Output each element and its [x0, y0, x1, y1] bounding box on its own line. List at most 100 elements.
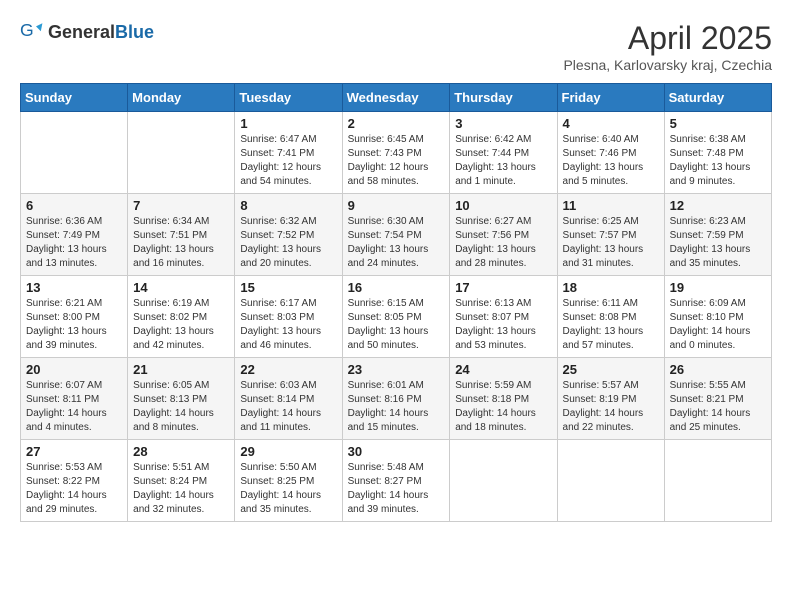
day-info: Sunrise: 5:53 AM Sunset: 8:22 PM Dayligh…	[26, 461, 122, 517]
weekday-sunday: Sunday	[21, 84, 128, 112]
day-cell: 20 Sunrise: 6:07 AM Sunset: 8:11 PM Dayli…	[21, 358, 128, 440]
day-number: 16	[348, 280, 445, 295]
location-subtitle: Plesna, Karlovarsky kraj, Czechia	[563, 57, 772, 73]
day-number: 30	[348, 444, 445, 459]
day-number: 24	[455, 362, 551, 377]
day-number: 20	[26, 362, 122, 377]
day-info: Sunrise: 6:17 AM Sunset: 8:03 PM Dayligh…	[240, 297, 336, 353]
day-cell: 13Sunrise: 6:21 AM Sunset: 8:00 PM Dayli…	[21, 276, 128, 358]
day-cell: 23 Sunrise: 6:01 AM Sunset: 8:16 PM Dayli…	[342, 358, 450, 440]
weekday-header-row: SundayMondayTuesdayWednesdayThursdayFrid…	[21, 84, 772, 112]
day-cell: 28 Sunrise: 5:51 AM Sunset: 8:24 PM Dayli…	[128, 440, 235, 522]
day-info: Sunrise: 6:36 AM Sunset: 7:49 PM Dayligh…	[26, 215, 122, 271]
day-number: 11	[563, 198, 659, 213]
logo-general: General	[48, 22, 115, 42]
day-cell	[664, 440, 771, 522]
day-info: Sunrise: 6:30 AM Sunset: 7:54 PM Dayligh…	[348, 215, 445, 271]
day-number: 14	[133, 280, 229, 295]
day-number: 5	[670, 116, 766, 131]
day-info: Sunrise: 6:09 AM Sunset: 8:10 PM Dayligh…	[670, 297, 766, 353]
day-number: 1	[240, 116, 336, 131]
day-cell: 19 Sunrise: 6:09 AM Sunset: 8:10 PM Dayli…	[664, 276, 771, 358]
month-title: April 2025	[563, 20, 772, 57]
day-info: Sunrise: 6:05 AM Sunset: 8:13 PM Dayligh…	[133, 379, 229, 435]
logo-blue: Blue	[115, 22, 154, 42]
day-number: 21	[133, 362, 229, 377]
day-cell: 25 Sunrise: 5:57 AM Sunset: 8:19 PM Dayli…	[557, 358, 664, 440]
weekday-wednesday: Wednesday	[342, 84, 450, 112]
day-info: Sunrise: 6:45 AM Sunset: 7:43 PM Dayligh…	[348, 133, 445, 189]
day-cell: 17 Sunrise: 6:13 AM Sunset: 8:07 PM Dayli…	[450, 276, 557, 358]
day-info: Sunrise: 5:55 AM Sunset: 8:21 PM Dayligh…	[670, 379, 766, 435]
day-cell: 15 Sunrise: 6:17 AM Sunset: 8:03 PM Dayli…	[235, 276, 342, 358]
weekday-friday: Friday	[557, 84, 664, 112]
day-info: Sunrise: 6:32 AM Sunset: 7:52 PM Dayligh…	[240, 215, 336, 271]
day-number: 18	[563, 280, 659, 295]
title-block: April 2025 Plesna, Karlovarsky kraj, Cze…	[563, 20, 772, 73]
day-number: 6	[26, 198, 122, 213]
day-cell	[557, 440, 664, 522]
day-number: 25	[563, 362, 659, 377]
week-row-3: 13Sunrise: 6:21 AM Sunset: 8:00 PM Dayli…	[21, 276, 772, 358]
day-cell: 5 Sunrise: 6:38 AM Sunset: 7:48 PM Daylig…	[664, 112, 771, 194]
day-info: Sunrise: 6:01 AM Sunset: 8:16 PM Dayligh…	[348, 379, 445, 435]
logo: G GeneralBlue	[20, 20, 154, 44]
day-info: Sunrise: 6:19 AM Sunset: 8:02 PM Dayligh…	[133, 297, 229, 353]
day-cell: 6 Sunrise: 6:36 AM Sunset: 7:49 PM Daylig…	[21, 194, 128, 276]
day-number: 27	[26, 444, 122, 459]
page-header: G GeneralBlue April 2025 Plesna, Karlova…	[20, 20, 772, 73]
day-number: 22	[240, 362, 336, 377]
day-number: 19	[670, 280, 766, 295]
week-row-2: 6 Sunrise: 6:36 AM Sunset: 7:49 PM Daylig…	[21, 194, 772, 276]
day-info: Sunrise: 6:42 AM Sunset: 7:44 PM Dayligh…	[455, 133, 551, 189]
weekday-tuesday: Tuesday	[235, 84, 342, 112]
day-cell: 26 Sunrise: 5:55 AM Sunset: 8:21 PM Dayli…	[664, 358, 771, 440]
week-row-5: 27 Sunrise: 5:53 AM Sunset: 8:22 PM Dayli…	[21, 440, 772, 522]
day-cell: 21 Sunrise: 6:05 AM Sunset: 8:13 PM Dayli…	[128, 358, 235, 440]
day-info: Sunrise: 6:07 AM Sunset: 8:11 PM Dayligh…	[26, 379, 122, 435]
day-info: Sunrise: 5:51 AM Sunset: 8:24 PM Dayligh…	[133, 461, 229, 517]
weekday-monday: Monday	[128, 84, 235, 112]
day-info: Sunrise: 5:57 AM Sunset: 8:19 PM Dayligh…	[563, 379, 659, 435]
day-cell: 24 Sunrise: 5:59 AM Sunset: 8:18 PM Dayli…	[450, 358, 557, 440]
day-cell: 8 Sunrise: 6:32 AM Sunset: 7:52 PM Daylig…	[235, 194, 342, 276]
day-cell: 11 Sunrise: 6:25 AM Sunset: 7:57 PM Dayli…	[557, 194, 664, 276]
day-cell: 4Sunrise: 6:40 AM Sunset: 7:46 PM Daylig…	[557, 112, 664, 194]
day-cell: 2Sunrise: 6:45 AM Sunset: 7:43 PM Daylig…	[342, 112, 450, 194]
day-info: Sunrise: 6:13 AM Sunset: 8:07 PM Dayligh…	[455, 297, 551, 353]
day-number: 28	[133, 444, 229, 459]
day-number: 3	[455, 116, 551, 131]
week-row-4: 20 Sunrise: 6:07 AM Sunset: 8:11 PM Dayli…	[21, 358, 772, 440]
day-info: Sunrise: 5:59 AM Sunset: 8:18 PM Dayligh…	[455, 379, 551, 435]
day-cell: 22Sunrise: 6:03 AM Sunset: 8:14 PM Dayli…	[235, 358, 342, 440]
day-cell: 3 Sunrise: 6:42 AM Sunset: 7:44 PM Daylig…	[450, 112, 557, 194]
calendar-table: SundayMondayTuesdayWednesdayThursdayFrid…	[20, 83, 772, 522]
weekday-saturday: Saturday	[664, 84, 771, 112]
day-info: Sunrise: 6:15 AM Sunset: 8:05 PM Dayligh…	[348, 297, 445, 353]
day-cell: 7Sunrise: 6:34 AM Sunset: 7:51 PM Daylig…	[128, 194, 235, 276]
day-number: 17	[455, 280, 551, 295]
day-cell: 12 Sunrise: 6:23 AM Sunset: 7:59 PM Dayli…	[664, 194, 771, 276]
day-cell: 27 Sunrise: 5:53 AM Sunset: 8:22 PM Dayli…	[21, 440, 128, 522]
day-cell: 30 Sunrise: 5:48 AM Sunset: 8:27 PM Dayli…	[342, 440, 450, 522]
day-info: Sunrise: 6:23 AM Sunset: 7:59 PM Dayligh…	[670, 215, 766, 271]
day-number: 9	[348, 198, 445, 213]
day-cell: 16 Sunrise: 6:15 AM Sunset: 8:05 PM Dayli…	[342, 276, 450, 358]
day-number: 4	[563, 116, 659, 131]
day-number: 7	[133, 198, 229, 213]
logo-icon: G	[20, 20, 44, 44]
day-info: Sunrise: 6:47 AM Sunset: 7:41 PM Dayligh…	[240, 133, 336, 189]
day-info: Sunrise: 5:48 AM Sunset: 8:27 PM Dayligh…	[348, 461, 445, 517]
day-number: 15	[240, 280, 336, 295]
day-info: Sunrise: 6:38 AM Sunset: 7:48 PM Dayligh…	[670, 133, 766, 189]
day-info: Sunrise: 6:25 AM Sunset: 7:57 PM Dayligh…	[563, 215, 659, 271]
day-cell	[21, 112, 128, 194]
day-number: 12	[670, 198, 766, 213]
weekday-thursday: Thursday	[450, 84, 557, 112]
day-number: 23	[348, 362, 445, 377]
day-number: 8	[240, 198, 336, 213]
day-info: Sunrise: 6:21 AM Sunset: 8:00 PM Dayligh…	[26, 297, 122, 353]
day-cell: 9 Sunrise: 6:30 AM Sunset: 7:54 PM Daylig…	[342, 194, 450, 276]
day-number: 26	[670, 362, 766, 377]
day-cell: 14 Sunrise: 6:19 AM Sunset: 8:02 PM Dayli…	[128, 276, 235, 358]
